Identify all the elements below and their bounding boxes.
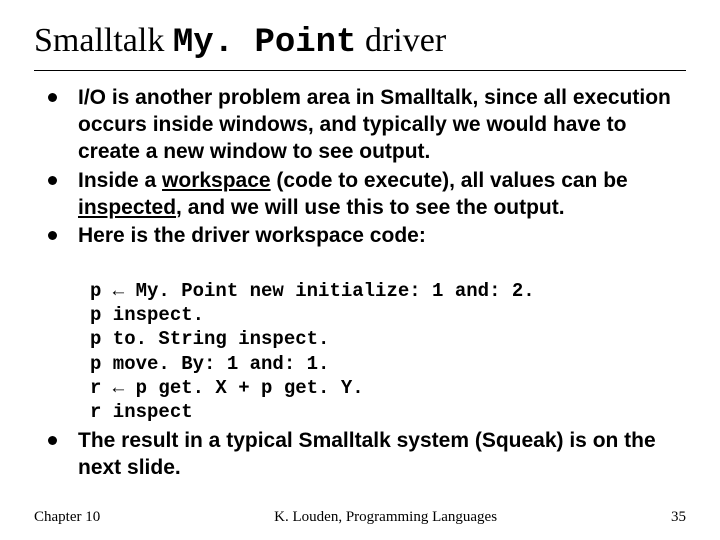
- title-pre: Smalltalk: [34, 22, 173, 59]
- code-block: p ← My. Point new initialize: 1 and: 2. …: [90, 254, 686, 424]
- bullet-2-u2: inspected: [78, 196, 176, 219]
- code-line-1: p ← My. Point new initialize: 1 and: 2.: [90, 280, 535, 302]
- code-line-6: r inspect: [90, 401, 193, 423]
- code-line-3: p to. String inspect.: [90, 328, 329, 350]
- bullet-2-u1: workspace: [162, 169, 271, 192]
- bullet-4: The result in a typical Smalltalk system…: [34, 428, 686, 482]
- bullet-2: Inside a workspace (code to execute), al…: [34, 168, 686, 222]
- footer: Chapter 10 K. Louden, Programming Langua…: [34, 509, 686, 526]
- bullet-list: I/O is another problem area in Smalltalk…: [34, 85, 686, 250]
- title-mono: My. Point: [173, 24, 357, 62]
- bullet-2-a: Inside a: [78, 169, 162, 192]
- code-line-5: r ← p get. X + p get. Y.: [90, 377, 364, 399]
- bullet-2-b: (code to execute), all values can be: [271, 169, 628, 192]
- title-post: driver: [356, 22, 446, 59]
- code-line-4: p move. By: 1 and: 1.: [90, 353, 329, 375]
- bullet-1-text: I/O is another problem area in Smalltalk…: [78, 86, 671, 163]
- bullet-1: I/O is another problem area in Smalltalk…: [34, 85, 686, 166]
- bullet-3-text: Here is the driver workspace code:: [78, 224, 426, 247]
- bullet-3: Here is the driver workspace code:: [34, 223, 686, 250]
- bullet-2-c: , and we will use this to see the output…: [176, 196, 565, 219]
- bullet-list-2: The result in a typical Smalltalk system…: [34, 428, 686, 482]
- bullet-4-text: The result in a typical Smalltalk system…: [78, 429, 656, 479]
- title-rule: [34, 70, 686, 71]
- slide-title: Smalltalk My. Point driver: [34, 22, 686, 62]
- footer-left: Chapter 10: [34, 509, 100, 526]
- code-line-2: p inspect.: [90, 304, 204, 326]
- footer-right: 35: [671, 509, 686, 526]
- footer-center: K. Louden, Programming Languages: [274, 509, 497, 526]
